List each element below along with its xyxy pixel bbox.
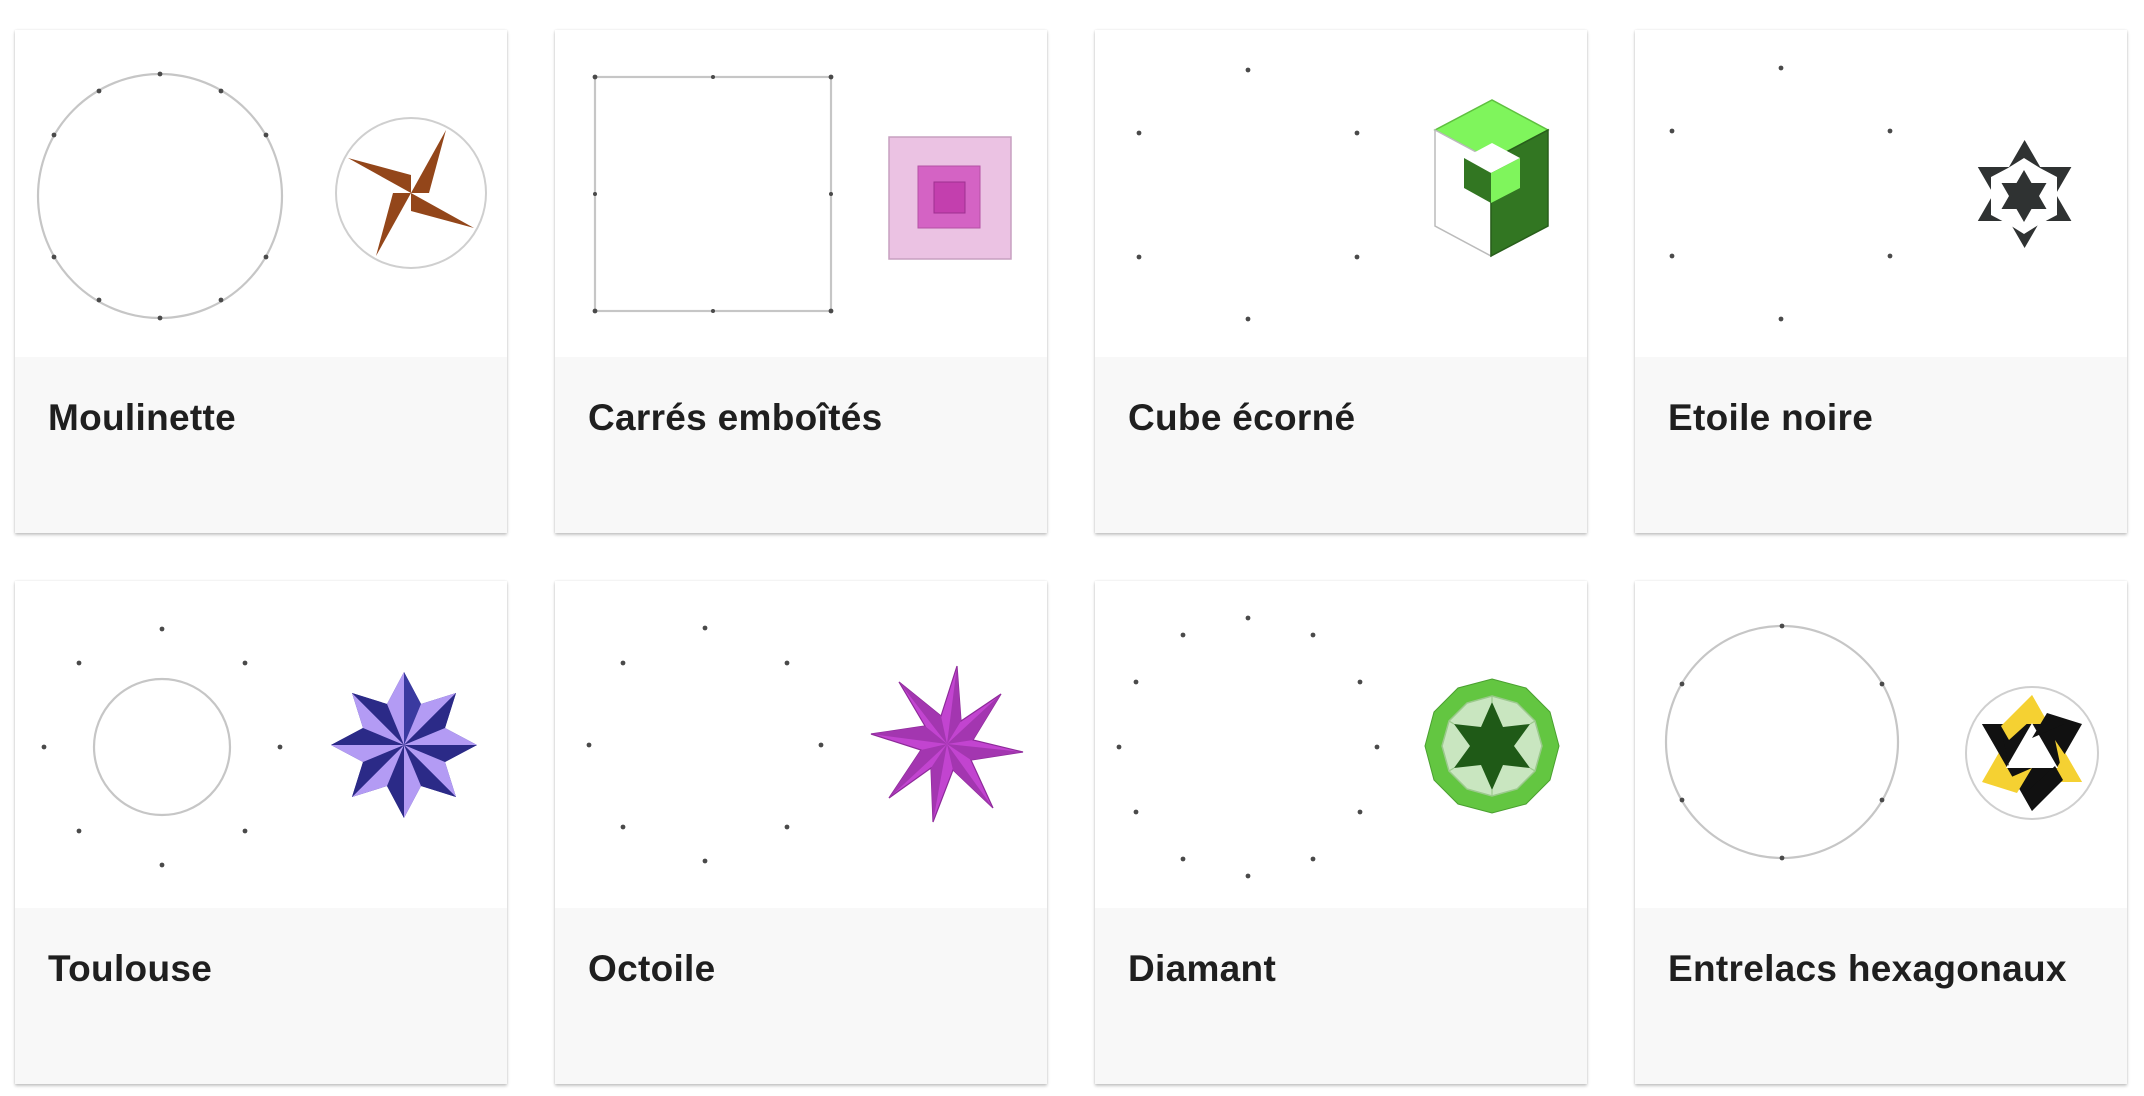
card-etoile-noire[interactable]: Etoile noire (1635, 30, 2127, 533)
card-footer: Etoile noire (1635, 357, 2127, 533)
card-footer: Cube écorné (1095, 357, 1587, 533)
nested-squares-icon (888, 136, 1012, 260)
card-title: Diamant (1128, 948, 1277, 989)
figure-gallery: Moulinette Carrés emboîtés Cube écorné E… (15, 30, 2127, 1084)
etoile-noire-preview (1669, 65, 2072, 322)
card-title: Moulinette (48, 397, 236, 438)
card-preview (15, 581, 507, 908)
card-footer: Octoile (555, 908, 1047, 1084)
interlaced-star-icon (1982, 695, 2082, 811)
construction-circle (92, 677, 232, 817)
card-entrelacs-hexagonaux[interactable]: Entrelacs hexagonaux (1635, 581, 2127, 1084)
card-title: Carrés emboîtés (588, 397, 883, 438)
card-moulinette[interactable]: Moulinette (15, 30, 507, 533)
entrelacs-hexagonaux-preview (1664, 623, 2099, 861)
card-title: Entrelacs hexagonaux (1668, 948, 2067, 989)
card-diamant[interactable]: Diamant (1095, 581, 1587, 1084)
construction-square (593, 75, 833, 313)
card-carres-emboites[interactable]: Carrés emboîtés (555, 30, 1047, 533)
card-title: Etoile noire (1668, 397, 1874, 438)
toulouse-cross-icon (331, 672, 477, 818)
octoile-star-icon (870, 665, 1024, 823)
card-footer: Carrés emboîtés (555, 357, 1047, 533)
construction-circle (1664, 624, 1900, 860)
card-cube-ecorne[interactable]: Cube écorné (1095, 30, 1587, 533)
toulouse-preview (41, 626, 477, 868)
card-footer: Entrelacs hexagonaux (1635, 908, 2127, 1084)
diamond-rosette-icon (1424, 678, 1560, 814)
card-preview (1095, 30, 1587, 357)
card-preview (1095, 581, 1587, 908)
construction-points (1116, 615, 1380, 879)
card-footer: Moulinette (15, 357, 507, 533)
cut-cube-icon (1433, 99, 1550, 258)
construction-points (1679, 623, 1885, 861)
pinwheel-icon (348, 130, 474, 256)
card-preview (555, 30, 1047, 357)
construction-circle (36, 72, 284, 320)
card-preview (1635, 581, 2127, 908)
cube-ecorne-preview (1136, 67, 1550, 322)
construction-points (1136, 67, 1360, 322)
card-preview (1635, 30, 2127, 357)
card-footer: Toulouse (15, 908, 507, 1084)
card-preview (555, 581, 1047, 908)
carres-emboites-preview (592, 74, 1012, 314)
card-preview (15, 30, 507, 357)
construction-points (41, 626, 283, 868)
construction-points (51, 71, 269, 321)
card-toulouse[interactable]: Toulouse (15, 581, 507, 1084)
card-title: Cube écorné (1128, 397, 1356, 438)
diamant-preview (1116, 615, 1560, 879)
construction-points (1669, 65, 1893, 322)
card-title: Toulouse (48, 948, 213, 989)
construction-points (592, 74, 834, 314)
octoile-preview (586, 625, 1024, 864)
card-octoile[interactable]: Octoile (555, 581, 1047, 1084)
card-footer: Diamant (1095, 908, 1587, 1084)
card-title: Octoile (588, 948, 716, 989)
construction-points (586, 625, 824, 864)
moulinette-preview (36, 71, 487, 321)
